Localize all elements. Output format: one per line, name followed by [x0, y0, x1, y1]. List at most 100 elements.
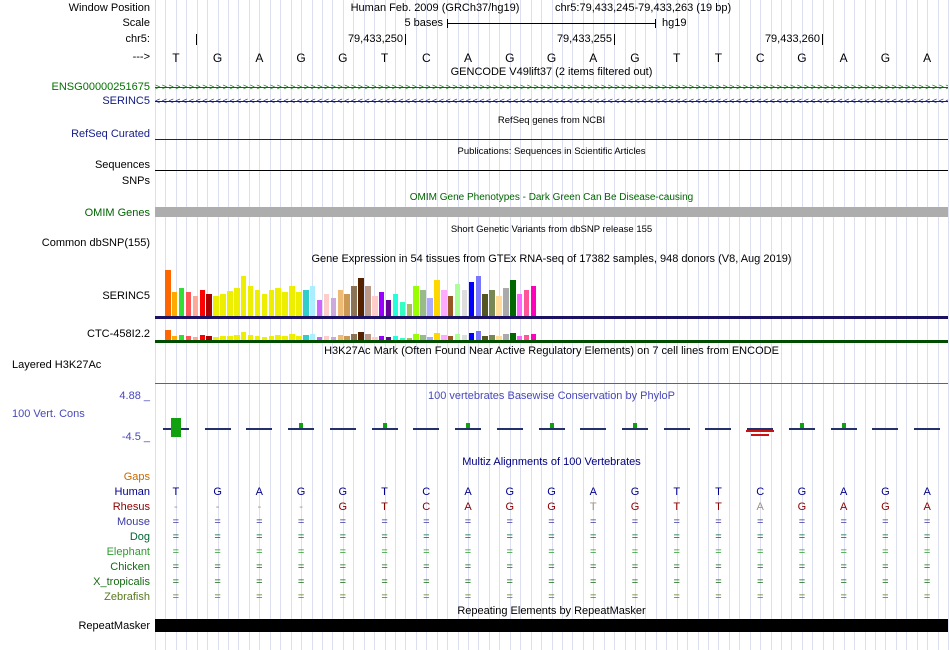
alignment-base: =: [297, 516, 305, 528]
alignment-base: A: [756, 501, 764, 513]
alignment-base: =: [214, 561, 221, 573]
alignment-base: =: [631, 576, 639, 588]
alignment-base: C: [422, 486, 431, 498]
alignment-base: =: [756, 576, 764, 588]
multiz-row-label-elephant[interactable]: Elephant: [0, 546, 150, 558]
multiz-row-label-zebrafish[interactable]: Zebrafish: [0, 591, 150, 603]
alignment-base: =: [715, 561, 722, 573]
multiz-row-label-dog[interactable]: Dog: [0, 531, 150, 543]
alignment-base: A: [464, 501, 472, 513]
alignment-base: =: [423, 591, 430, 603]
alignment-base: =: [381, 516, 388, 528]
alignment-base: =: [339, 576, 347, 588]
alignment-base: =: [464, 546, 472, 558]
alignment-base: =: [631, 561, 639, 573]
alignment-base: =: [798, 576, 806, 588]
alignment-base: C: [756, 486, 765, 498]
alignment-base: T: [589, 501, 597, 513]
multiz-row-label-mouse[interactable]: Mouse: [0, 516, 150, 528]
alignment-base: =: [172, 546, 180, 558]
alignment-base: -: [257, 501, 262, 513]
alignment-base: =: [506, 546, 513, 558]
alignment-base: =: [214, 576, 221, 588]
alignment-base: G: [630, 501, 640, 513]
multiz-alignment-rows[interactable]: Gaps Human T G A G G T C A G G A G T T C G A G A Rhesus - - - - G T…: [0, 0, 950, 650]
alignment-base: =: [715, 531, 722, 543]
alignment-base: =: [548, 516, 555, 528]
alignment-base: =: [506, 531, 513, 543]
alignment-base: =: [381, 576, 388, 588]
alignment-base: =: [256, 531, 263, 543]
repeatmasker-title: Repeating Elements by RepeatMasker: [457, 605, 646, 617]
alignment-base: G: [338, 486, 348, 498]
alignment-base: =: [172, 576, 180, 588]
alignment-base: =: [506, 591, 513, 603]
multiz-row-label-human[interactable]: Human: [0, 486, 150, 498]
alignment-base: G: [547, 486, 556, 498]
alignment-base: G: [881, 486, 890, 498]
alignment-base: =: [923, 531, 931, 543]
alignment-base: =: [923, 546, 931, 558]
alignment-base: T: [715, 501, 722, 513]
alignment-base: =: [882, 561, 889, 573]
alignment-base: =: [464, 561, 472, 573]
alignment-base: =: [882, 516, 889, 528]
alignment-base: G: [797, 486, 807, 498]
alignment-base: A: [839, 501, 848, 513]
alignment-base: =: [798, 561, 806, 573]
alignment-base: -: [215, 501, 220, 513]
alignment-base: =: [882, 591, 889, 603]
alignment-base: =: [506, 576, 513, 588]
alignment-base: =: [590, 561, 597, 573]
alignment-base: A: [255, 486, 263, 498]
alignment-base: =: [631, 546, 639, 558]
alignment-base: =: [214, 516, 221, 528]
alignment-base: G: [881, 501, 890, 513]
alignment-base: =: [339, 561, 347, 573]
alignment-base: T: [381, 486, 388, 498]
alignment-base: =: [798, 591, 806, 603]
alignment-base: =: [172, 516, 180, 528]
alignment-base: =: [297, 591, 305, 603]
repeatmasker-label[interactable]: RepeatMasker: [0, 620, 150, 632]
alignment-base: =: [631, 531, 639, 543]
alignment-base: =: [590, 516, 597, 528]
alignment-base: =: [381, 591, 388, 603]
alignment-base: =: [673, 576, 680, 588]
alignment-base: =: [297, 576, 305, 588]
alignment-base: G: [505, 486, 515, 498]
multiz-row-label-x-tropicalis[interactable]: X_tropicalis: [0, 576, 150, 588]
alignment-base: =: [923, 561, 931, 573]
multiz-row-label-rhesus[interactable]: Rhesus: [0, 501, 150, 513]
alignment-base: =: [172, 591, 180, 603]
alignment-base: =: [673, 561, 680, 573]
alignment-base: =: [339, 531, 347, 543]
alignment-base: =: [423, 516, 430, 528]
alignment-base: =: [590, 576, 597, 588]
alignment-base: G: [338, 501, 348, 513]
alignment-base: =: [715, 576, 722, 588]
alignment-base: =: [548, 546, 555, 558]
alignment-base: C: [422, 501, 431, 513]
alignment-base: =: [923, 591, 931, 603]
multiz-row-label-gaps[interactable]: Gaps: [0, 471, 150, 483]
alignment-base: =: [840, 516, 847, 528]
alignment-base: =: [923, 576, 931, 588]
alignment-base: =: [339, 591, 347, 603]
alignment-base: =: [840, 531, 847, 543]
alignment-base: =: [590, 591, 597, 603]
alignment-base: =: [673, 546, 680, 558]
alignment-base: T: [673, 501, 681, 513]
alignment-base: T: [381, 501, 388, 513]
alignment-base: =: [631, 591, 639, 603]
alignment-base: =: [756, 591, 764, 603]
multiz-row-label-chicken[interactable]: Chicken: [0, 561, 150, 573]
alignment-base: =: [590, 546, 597, 558]
alignment-base: =: [840, 576, 847, 588]
alignment-base: -: [299, 501, 303, 513]
alignment-base: =: [297, 531, 305, 543]
alignment-base: A: [589, 486, 597, 498]
alignment-base: =: [339, 516, 347, 528]
alignment-base: =: [882, 531, 889, 543]
repeatmasker-bar[interactable]: [155, 619, 948, 632]
